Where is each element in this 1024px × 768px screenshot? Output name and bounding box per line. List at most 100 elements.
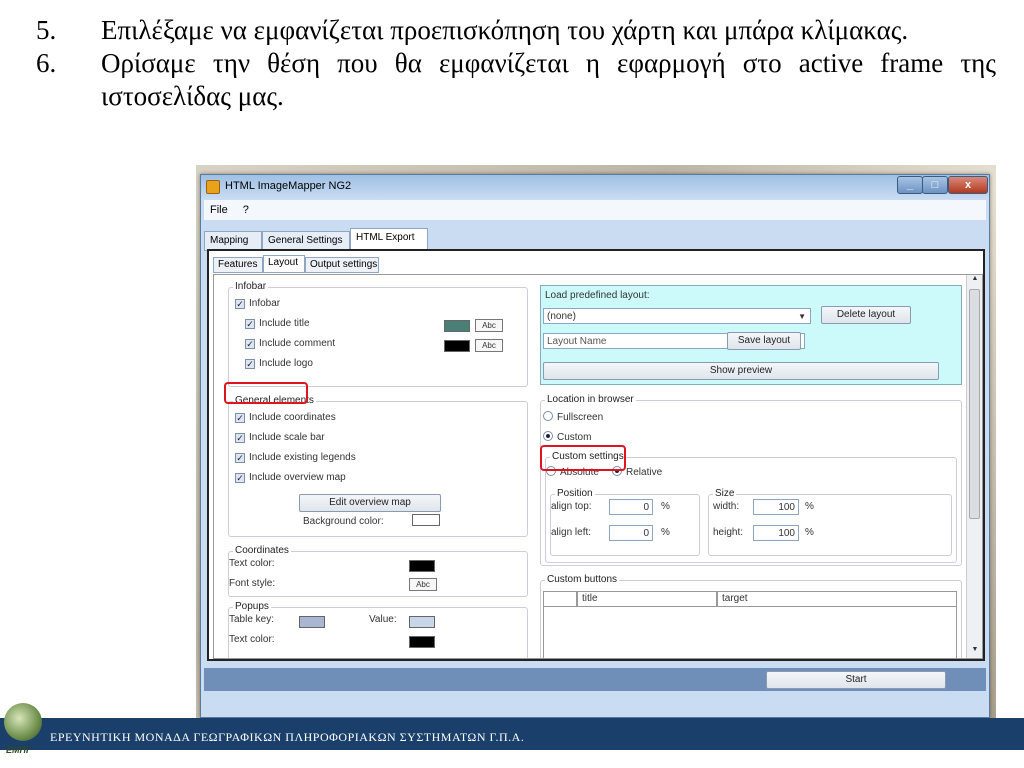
item-number: 6. (36, 48, 57, 78)
close-button[interactable]: x (948, 176, 988, 194)
height-label: height: (713, 527, 744, 538)
title-color-swatch[interactable] (444, 320, 470, 332)
label: Include logo (259, 358, 313, 369)
group-title: Location in browser (545, 394, 636, 405)
item-text: Επιλέξαμε να εμφανίζεται προεπισκόπηση τ… (101, 15, 909, 45)
title-bar: HTML ImageMapper NG2 _ □ x (201, 175, 989, 199)
width-input[interactable]: 100 (753, 499, 799, 515)
minimize-button[interactable]: _ (897, 176, 923, 194)
tab-html-export[interactable]: HTML Export (350, 228, 428, 251)
label: Include scale bar (249, 432, 325, 443)
check-icon: ✓ (235, 433, 245, 443)
title-font-button[interactable]: Abc (475, 319, 503, 332)
tab-content: Features Layout Output settings Infobar … (207, 249, 985, 661)
tab-output-settings[interactable]: Output settings (305, 257, 379, 273)
infobar-group: Infobar ✓ Infobar ✓ Include title Abc ✓ Inc… (228, 281, 528, 387)
comment-font-button[interactable]: Abc (475, 339, 503, 352)
vertical-scrollbar[interactable]: ▲ ▼ (966, 275, 982, 658)
tab-general-settings[interactable]: General Settings (262, 231, 350, 251)
align-top-label: align top: (551, 501, 592, 512)
group-title: Position (555, 488, 595, 499)
menu-help[interactable]: ? (237, 200, 255, 220)
infobar-checkbox[interactable]: ✓ Infobar (235, 298, 280, 309)
value-label: Value: (369, 614, 397, 625)
font-style-label: Font style: (229, 578, 276, 589)
tab-features[interactable]: Features (213, 257, 263, 273)
check-icon: ✓ (245, 339, 255, 349)
align-top-input[interactable]: 0 (609, 499, 653, 515)
radio-selected-icon (543, 431, 553, 441)
check-icon: ✓ (235, 453, 245, 463)
popup-text-color-swatch[interactable] (409, 636, 435, 648)
label: Include existing legends (249, 452, 356, 463)
text-color-label: Text color: (229, 558, 275, 569)
menu-file[interactable]: File (204, 200, 234, 220)
edit-overview-button[interactable]: Edit overview map (299, 494, 441, 512)
slide-text: 5. Επιλέξαμε να εμφανίζεται προεπισκόπησ… (36, 14, 996, 113)
maximize-button[interactable]: □ (922, 176, 948, 194)
include-comment-checkbox[interactable]: ✓ Include comment (245, 338, 335, 349)
check-icon: ✓ (235, 473, 245, 483)
group-title: Infobar (233, 281, 269, 292)
app-icon (206, 180, 220, 194)
scroll-up-icon[interactable]: ▲ (967, 275, 982, 287)
col-title[interactable]: title (577, 591, 717, 607)
window-title: HTML ImageMapper NG2 (225, 180, 352, 192)
value-swatch[interactable] (409, 616, 435, 628)
coord-font-button[interactable]: Abc (409, 578, 437, 591)
col-target[interactable]: target (717, 591, 957, 607)
check-icon: ✓ (245, 319, 255, 329)
custom-settings-group: Custom settings Absolute Relative Positi… (545, 451, 957, 563)
align-left-label: align left: (551, 527, 592, 538)
logo-text: ΕΜΠΓ (6, 745, 32, 755)
include-scale-bar-checkbox[interactable]: ✓ Include scale bar (235, 432, 325, 443)
include-title-checkbox[interactable]: ✓ Include title (245, 318, 310, 329)
position-group: Position align top: 0 % align left: 0 % (550, 488, 700, 556)
layout-select[interactable]: (none) ▼ (543, 308, 811, 324)
height-input[interactable]: 100 (753, 525, 799, 541)
delete-layout-button[interactable]: Delete layout (821, 306, 911, 324)
pct-label: % (805, 527, 814, 538)
include-legends-checkbox[interactable]: ✓ Include existing legends (235, 452, 356, 463)
comment-color-swatch[interactable] (444, 340, 470, 352)
include-logo-checkbox[interactable]: ✓ Include logo (245, 358, 313, 369)
scroll-thumb[interactable] (969, 289, 980, 519)
footer-text: ΕΡΕΥΝΗΤΙΚΗ ΜΟΝΑΔΑ ΓΕΩΓΡΑΦΙΚΩΝ ΠΛΗΡΟΦΟΡΙΑ… (50, 730, 525, 744)
item-text: Ορίσαμε την θέση που θα εμφανίζεται η εφ… (101, 48, 996, 111)
group-title: Size (713, 488, 737, 499)
table-key-label: Table key: (229, 614, 275, 625)
save-layout-button[interactable]: Save layout (727, 332, 801, 350)
label: Include title (259, 318, 310, 329)
align-left-input[interactable]: 0 (609, 525, 653, 541)
check-icon: ✓ (235, 413, 245, 423)
include-coordinates-checkbox[interactable]: ✓ Include coordinates (235, 412, 336, 423)
label: Include coordinates (249, 412, 336, 423)
label: Custom (557, 432, 592, 443)
coord-text-color-swatch[interactable] (409, 560, 435, 572)
tab-layout[interactable]: Layout (263, 255, 305, 273)
bg-color-swatch[interactable] (412, 514, 440, 526)
label: Include overview map (249, 472, 346, 483)
app-window: HTML ImageMapper NG2 _ □ x File ? Mappin… (200, 174, 990, 718)
pct-label: % (661, 527, 670, 538)
selected-value: (none) (547, 311, 576, 322)
show-preview-button[interactable]: Show preview (543, 362, 939, 380)
radio-icon (543, 411, 553, 421)
custom-radio[interactable]: Custom (543, 431, 591, 443)
table-key-swatch[interactable] (299, 616, 325, 628)
start-button[interactable]: Start (766, 671, 946, 689)
size-group: Size width: 100 % height: 100 % (708, 488, 952, 556)
bg-color-label: Background color: (303, 516, 384, 527)
label: Relative (626, 467, 663, 478)
label: Infobar (249, 298, 281, 309)
check-icon: ✓ (235, 299, 245, 309)
load-layout-panel: Load predefined layout: (none) ▼ Delete l… (540, 285, 962, 385)
tab-mapping[interactable]: Mapping (204, 231, 262, 251)
fullscreen-radio[interactable]: Fullscreen (543, 411, 603, 423)
location-group: Location in browser Fullscreen Custom Cu… (540, 394, 962, 566)
highlight-custom-settings (540, 445, 626, 471)
scroll-down-icon[interactable]: ▼ (967, 646, 982, 658)
list-item-6: 6. Ορίσαμε την θέση που θα εμφανίζεται η… (36, 47, 996, 113)
include-overview-checkbox[interactable]: ✓ Include overview map (235, 472, 346, 483)
footer-bar: ΕΡΕΥΝΗΤΙΚΗ ΜΟΝΑΔΑ ΓΕΩΓΡΑΦΙΚΩΝ ΠΛΗΡΟΦΟΡΙΑ… (0, 718, 1024, 750)
